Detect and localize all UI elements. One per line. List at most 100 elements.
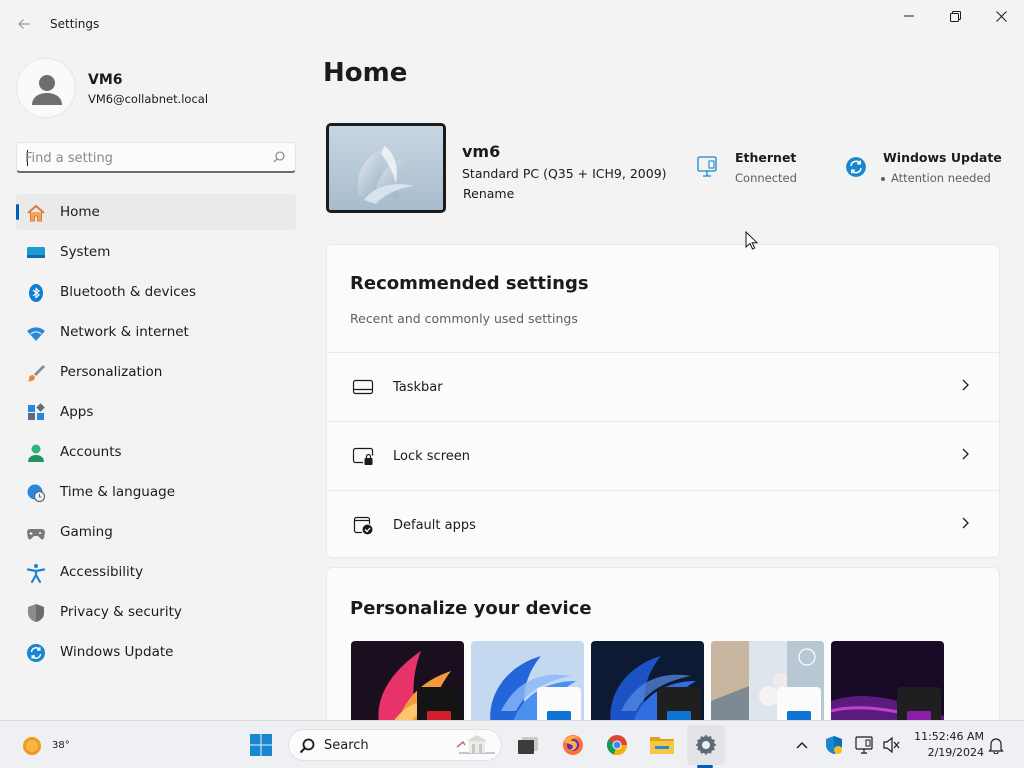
taskbar-file-explorer[interactable] bbox=[646, 729, 678, 761]
avatar bbox=[16, 58, 76, 118]
device-wallpaper-thumbnail bbox=[326, 123, 446, 213]
theme-bloom-dark-image bbox=[591, 641, 704, 731]
close-icon bbox=[995, 10, 1007, 22]
chevron-right-icon bbox=[962, 448, 969, 460]
chevron-right-icon bbox=[962, 379, 969, 391]
sidebar-item-privacy-security[interactable]: Privacy & security bbox=[16, 594, 296, 630]
show-hidden-icons-button[interactable] bbox=[786, 729, 818, 761]
chrome-icon bbox=[606, 735, 627, 755]
title-bar: Settings bbox=[0, 0, 1024, 48]
theme-thumbnail[interactable] bbox=[471, 641, 584, 731]
sidebar-item-label: Apps bbox=[60, 404, 94, 420]
sidebar-item-time-language[interactable]: Time & language bbox=[16, 474, 296, 510]
windows-logo-icon bbox=[250, 734, 272, 756]
sidebar-item-apps[interactable]: Apps bbox=[16, 394, 296, 430]
theme-thumbnail[interactable] bbox=[831, 641, 944, 731]
search-input[interactable] bbox=[25, 147, 265, 169]
taskbar-search-label: Search bbox=[324, 738, 369, 753]
search-icon bbox=[273, 151, 285, 163]
sidebar-item-label: Personalization bbox=[60, 364, 163, 380]
personalize-device-card: Personalize your device bbox=[326, 567, 1000, 737]
theme-spotlight-image bbox=[711, 641, 824, 731]
recommended-settings-card: Recommended settings Recent and commonly… bbox=[326, 244, 1000, 558]
user-name: VM6 bbox=[88, 72, 123, 88]
clock-time: 11:52:46 AM bbox=[914, 730, 984, 743]
home-icon bbox=[26, 203, 46, 223]
user-avatar-icon bbox=[32, 75, 62, 105]
theme-glow-dark-image bbox=[351, 641, 464, 731]
bell-icon bbox=[988, 738, 1004, 754]
task-view-button[interactable] bbox=[512, 729, 544, 761]
paintbrush-icon bbox=[26, 363, 46, 383]
defender-shield-icon bbox=[826, 736, 842, 754]
find-setting-search[interactable] bbox=[16, 142, 296, 173]
search-icon bbox=[299, 738, 315, 754]
recommended-item-lock-screen[interactable]: Lock screen bbox=[327, 421, 999, 489]
recommended-item-label: Lock screen bbox=[393, 449, 470, 464]
sidebar-item-label: Time & language bbox=[60, 484, 176, 500]
gamepad-icon bbox=[26, 523, 46, 543]
theme-thumbnail[interactable] bbox=[591, 641, 704, 731]
recommended-item-taskbar[interactable]: Taskbar bbox=[327, 352, 999, 420]
sidebar-item-windows-update[interactable]: Windows Update bbox=[16, 634, 296, 670]
sidebar-item-system[interactable]: System bbox=[16, 234, 296, 270]
recommended-item-default-apps[interactable]: Default apps bbox=[327, 490, 999, 558]
status-dot-icon bbox=[881, 176, 885, 181]
windows-update-status-label: Attention needed bbox=[891, 171, 991, 185]
bluetooth-icon bbox=[26, 283, 46, 303]
sidebar-item-gaming[interactable]: Gaming bbox=[16, 514, 296, 550]
user-profile[interactable]: VM6 VM6@collabnet.local bbox=[16, 58, 296, 118]
taskbar-firefox[interactable] bbox=[557, 729, 589, 761]
sidebar-item-home[interactable]: Home bbox=[16, 194, 296, 230]
sidebar-item-accessibility[interactable]: Accessibility bbox=[16, 554, 296, 590]
rename-link[interactable]: Rename bbox=[463, 186, 514, 201]
sidebar-item-personalization[interactable]: Personalization bbox=[16, 354, 296, 390]
theme-bloom-light-image bbox=[471, 641, 584, 731]
sidebar-item-label: Bluetooth & devices bbox=[60, 284, 197, 300]
taskbar-chrome[interactable] bbox=[601, 729, 633, 761]
notifications-button[interactable] bbox=[980, 729, 1012, 761]
ethernet-icon bbox=[697, 156, 717, 177]
apps-icon bbox=[26, 403, 46, 423]
globe-clock-icon bbox=[26, 483, 46, 503]
monitor-icon bbox=[26, 243, 46, 263]
ethernet-title: Ethernet bbox=[735, 150, 797, 165]
tray-volume[interactable] bbox=[875, 729, 907, 761]
weather-widget[interactable]: 38° bbox=[20, 731, 70, 759]
tray-defender[interactable] bbox=[818, 729, 850, 761]
accessibility-icon bbox=[26, 563, 46, 583]
sidebar-item-label: Privacy & security bbox=[60, 604, 182, 620]
start-button[interactable] bbox=[245, 729, 277, 761]
firefox-icon bbox=[563, 735, 583, 755]
network-monitor-icon bbox=[855, 736, 873, 754]
recommended-settings-subtitle: Recent and commonly used settings bbox=[350, 311, 578, 326]
recommended-item-label: Default apps bbox=[393, 518, 476, 533]
restore-icon bbox=[949, 10, 961, 22]
theme-thumbnail[interactable] bbox=[351, 641, 464, 731]
update-sync-icon bbox=[846, 157, 866, 177]
taskbar-search-box[interactable]: Search bbox=[288, 729, 502, 761]
sidebar-item-label: System bbox=[60, 244, 111, 260]
person-icon bbox=[26, 443, 46, 463]
weather-temperature: 38° bbox=[52, 740, 70, 751]
sidebar-item-label: Home bbox=[60, 204, 100, 220]
sidebar-item-bluetooth[interactable]: Bluetooth & devices bbox=[16, 274, 296, 310]
sidebar-item-accounts[interactable]: Accounts bbox=[16, 434, 296, 470]
close-button[interactable] bbox=[978, 0, 1024, 32]
sidebar-item-label: Network & internet bbox=[60, 324, 189, 340]
device-model: Standard PC (Q35 + ICH9, 2009) bbox=[462, 166, 667, 181]
theme-flow-dark-image bbox=[831, 641, 944, 731]
mouse-cursor-icon bbox=[745, 231, 758, 250]
default-apps-icon bbox=[353, 516, 373, 535]
back-button[interactable] bbox=[12, 12, 36, 36]
restore-button[interactable] bbox=[932, 0, 978, 32]
minimize-icon bbox=[904, 15, 914, 17]
lock-screen-icon bbox=[352, 447, 374, 465]
taskbar-settings[interactable] bbox=[690, 729, 722, 761]
sidebar-item-network[interactable]: Network & internet bbox=[16, 314, 296, 350]
theme-thumbnail[interactable] bbox=[711, 641, 824, 731]
windows-update-status-text: Attention needed bbox=[881, 171, 991, 185]
sidebar-item-label: Windows Update bbox=[60, 644, 174, 660]
taskbar: 38° Search 11:52:46 AM 2/19/2024 bbox=[0, 720, 1024, 768]
minimize-button[interactable] bbox=[886, 0, 932, 32]
